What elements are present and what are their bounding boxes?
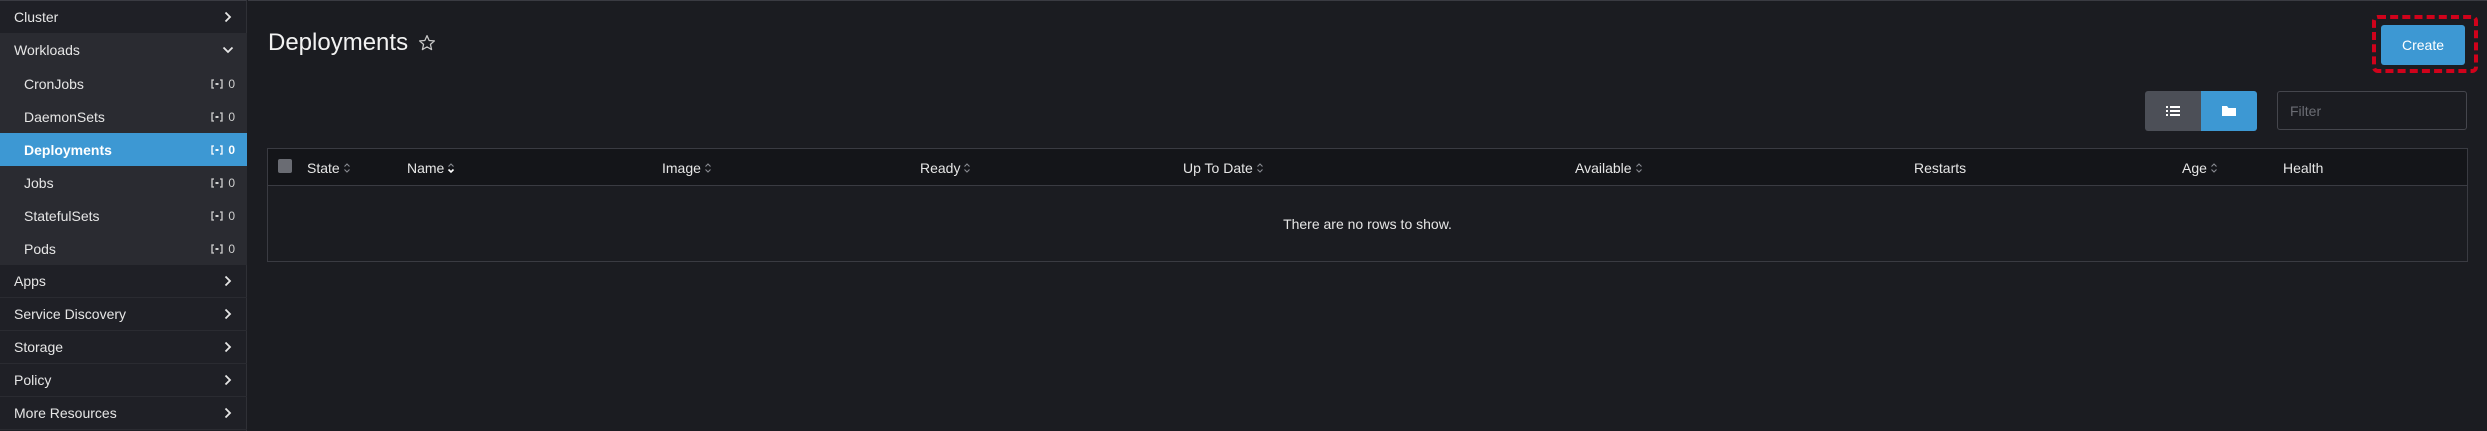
column-header-health: Health — [2283, 159, 2324, 176]
sidebar-group-service-discovery[interactable]: Service Discovery — [0, 298, 247, 331]
sidebar-item-label: CronJobs — [24, 75, 84, 92]
app-root: Cluster Workloads CronJobs 0 DaemonSets … — [0, 0, 2487, 431]
sidebar-item-label: Jobs — [24, 174, 54, 191]
resource-count-value: 0 — [228, 241, 235, 256]
sort-icon — [705, 162, 711, 173]
folder-icon — [2222, 106, 2236, 116]
main-content: Deployments Create Filter State Name Ima… — [248, 0, 2487, 431]
sidebar-group-label: Apps — [14, 273, 46, 289]
sidebar-item-daemonsets[interactable]: DaemonSets 0 — [0, 100, 247, 133]
resource-count-value: 0 — [228, 76, 235, 91]
sort-desc-icon — [448, 162, 455, 173]
sidebar-group-policy[interactable]: Policy — [0, 364, 247, 397]
deployments-table: State Name Image Ready Up To Date Availa… — [267, 148, 2468, 262]
sidebar-group-label: Storage — [14, 339, 64, 355]
sidebar-item-pods[interactable]: Pods 0 — [0, 232, 247, 265]
resource-count-value: 0 — [228, 142, 235, 157]
namespace-icon — [211, 144, 223, 155]
sidebar-group-cluster[interactable]: Cluster — [0, 1, 247, 34]
sort-icon — [343, 162, 350, 173]
select-all-checkbox[interactable] — [278, 159, 292, 173]
chevron-right-icon — [221, 10, 235, 24]
column-header-state[interactable]: State — [307, 149, 351, 186]
column-header-age[interactable]: Age — [2182, 149, 2218, 186]
sidebar-item-label: DaemonSets — [24, 108, 105, 125]
create-button[interactable]: Create — [2381, 25, 2465, 65]
view-mode-toggle — [2145, 91, 2257, 131]
chevron-down-icon — [221, 43, 235, 57]
sidebar-nav: Cluster Workloads CronJobs 0 DaemonSets … — [0, 0, 247, 431]
sidebar-group-more-resources[interactable]: More Resources — [0, 397, 247, 430]
sort-icon — [1256, 162, 1263, 173]
list-icon — [2166, 106, 2180, 116]
column-header-ready[interactable]: Ready — [920, 149, 971, 186]
resource-count-value: 0 — [228, 175, 235, 190]
sort-icon — [964, 162, 971, 173]
table-empty-message: There are no rows to show. — [1283, 216, 1452, 232]
chevron-right-icon — [221, 274, 235, 288]
chevron-right-icon — [221, 406, 235, 420]
sidebar-item-label: Pods — [24, 240, 56, 257]
sidebar-group-label: Policy — [14, 372, 52, 388]
sidebar-item-jobs[interactable]: Jobs 0 — [0, 166, 247, 199]
chevron-right-icon — [221, 307, 235, 321]
star-icon[interactable] — [418, 34, 436, 52]
chevron-right-icon — [221, 373, 235, 387]
sort-icon — [1635, 162, 1642, 173]
sidebar-group-workloads[interactable]: Workloads — [0, 34, 247, 67]
namespace-icon — [211, 111, 223, 122]
sidebar-group-label: Service Discovery — [14, 306, 127, 322]
sidebar-item-deployments[interactable]: Deployments 0 — [0, 133, 247, 166]
filter-input[interactable] — [2277, 91, 2467, 130]
namespace-icon — [211, 243, 223, 254]
resource-count-value: 0 — [228, 109, 235, 124]
sidebar-item-label: StatefulSets — [24, 207, 100, 224]
column-header-restarts: Restarts — [1914, 159, 1967, 176]
sidebar-group-storage[interactable]: Storage — [0, 331, 247, 364]
namespace-icon — [211, 78, 223, 89]
column-header-available[interactable]: Available — [1575, 149, 1643, 186]
namespace-icon — [211, 210, 223, 221]
sidebar-group-label: Workloads — [14, 42, 80, 58]
resource-count: 0 — [211, 143, 235, 157]
sidebar-group-label: Cluster — [14, 9, 59, 25]
column-header-name[interactable]: Name — [407, 149, 455, 186]
sidebar-group-label: More Resources — [14, 405, 117, 421]
namespace-icon — [211, 177, 223, 188]
sidebar-item-label: Deployments — [24, 141, 112, 158]
resource-count-value: 0 — [228, 208, 235, 223]
sidebar-item-statefulsets[interactable]: StatefulSets 0 — [0, 199, 247, 232]
list-view-button[interactable] — [2145, 91, 2201, 131]
page-header: Deployments — [268, 29, 436, 57]
resource-count: 0 — [211, 242, 235, 256]
resource-count: 0 — [211, 77, 235, 91]
folder-view-button[interactable] — [2201, 91, 2257, 131]
resource-count: 0 — [211, 209, 235, 223]
table-header: State Name Image Ready Up To Date Availa… — [268, 149, 2467, 186]
sidebar-group-apps[interactable]: Apps — [0, 265, 247, 298]
sidebar-item-cronjobs[interactable]: CronJobs 0 — [0, 67, 247, 100]
resource-count: 0 — [211, 176, 235, 190]
chevron-right-icon — [221, 340, 235, 354]
sort-icon — [2211, 162, 2217, 173]
column-header-up-to-date[interactable]: Up To Date — [1183, 149, 1264, 186]
resource-count: 0 — [211, 110, 235, 124]
column-header-image[interactable]: Image — [662, 149, 712, 186]
page-title: Deployments — [268, 29, 409, 56]
